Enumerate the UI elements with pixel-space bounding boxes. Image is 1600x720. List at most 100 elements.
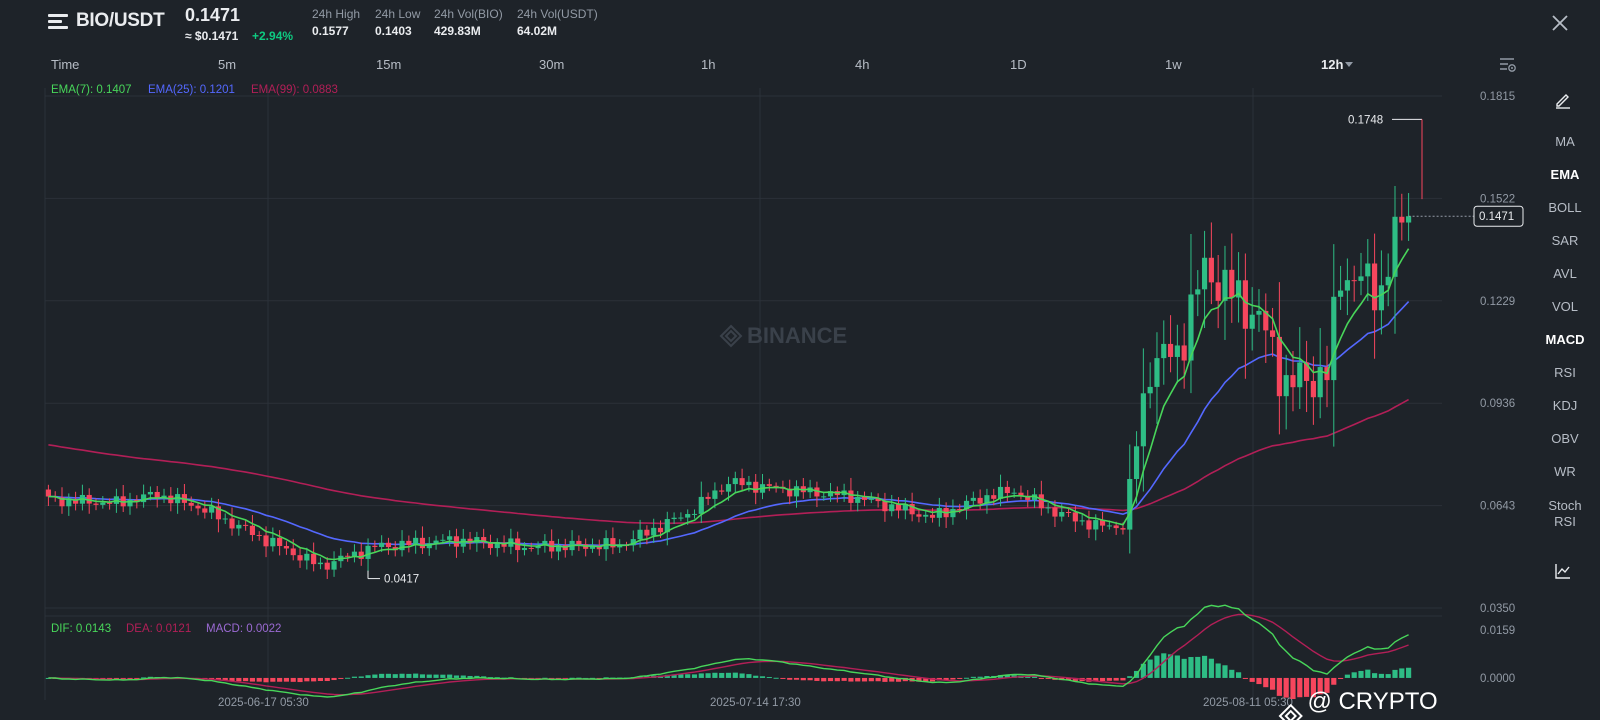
candle-body — [195, 505, 201, 509]
candle-body — [970, 497, 976, 501]
macd-histogram-bar — [793, 677, 800, 680]
candle-body — [1310, 380, 1316, 398]
candle-body — [1365, 263, 1371, 277]
candle-body — [1038, 494, 1044, 509]
macd-histogram-bar — [1222, 665, 1228, 678]
candle-body — [447, 536, 453, 540]
tab-15m[interactable]: 15m — [376, 57, 401, 72]
price-axis: 0.1815 0.1522 0.1229 0.0936 0.0643 0.0350 — [1480, 91, 1515, 615]
macd-histogram-bar — [800, 677, 806, 681]
tool-boll[interactable]: BOLL — [1540, 200, 1590, 215]
macd-histogram-bar — [678, 674, 684, 678]
candle-body — [351, 551, 358, 557]
macd-histogram-bar — [957, 677, 963, 679]
candle-body — [671, 517, 677, 520]
macd-histogram-bar — [787, 677, 793, 680]
tool-obv[interactable]: OBV — [1540, 431, 1590, 446]
candle-body — [1120, 528, 1126, 530]
macd-histogram-bar — [1263, 677, 1269, 688]
candle-body — [746, 481, 752, 486]
macd-histogram-bar — [868, 677, 874, 682]
macd-histogram-bar — [950, 677, 956, 680]
time-tick-label: 2025-07-14 17:30 — [710, 697, 801, 709]
candle-body — [304, 553, 310, 561]
low-marker-label: 0.0417 — [384, 574, 419, 586]
menu-icon[interactable] — [48, 14, 68, 30]
macd-histogram-bar — [821, 677, 827, 682]
trading-pair[interactable]: BIO/USDT — [76, 10, 165, 32]
candle-body — [358, 551, 364, 559]
candle-body — [1167, 343, 1174, 357]
tab-1d[interactable]: 1D — [1010, 57, 1027, 72]
candle-body — [1154, 358, 1160, 387]
price-tick-label: 0.1815 — [1480, 91, 1515, 103]
tool-sar[interactable]: SAR — [1540, 233, 1590, 248]
candle-body — [855, 497, 861, 503]
tool-macd[interactable]: MACD — [1540, 332, 1590, 347]
candle-body — [1276, 336, 1282, 397]
candle-body — [991, 495, 997, 499]
macd-histogram-bar — [311, 677, 317, 682]
tool-wr[interactable]: WR — [1540, 464, 1590, 479]
macd-histogram-bar — [861, 677, 868, 682]
candle-body — [270, 537, 276, 547]
candle-body — [712, 490, 718, 499]
tab-1w[interactable]: 1w — [1165, 57, 1182, 72]
macd-histogram-bar — [440, 674, 446, 678]
candle-body — [1222, 269, 1228, 301]
candle-body — [290, 548, 296, 556]
candle-body — [1004, 486, 1010, 494]
macd-histogram-bar — [256, 677, 262, 682]
tab-time[interactable]: Time — [51, 57, 79, 72]
pencil-icon[interactable] — [1554, 91, 1572, 109]
candle-body — [725, 484, 732, 492]
macd-histogram-bar — [848, 677, 854, 682]
tool-rsi[interactable]: RSI — [1540, 365, 1590, 380]
chart-type-icon[interactable] — [1554, 562, 1572, 580]
tool-kdj[interactable]: KDJ — [1540, 398, 1590, 413]
tool-stoch-rsi[interactable]: Stoch RSI — [1540, 498, 1590, 530]
price-chart[interactable]: 0.1815 0.1522 0.1229 0.0936 0.0643 0.0350 202… — [0, 0, 1600, 720]
macd-histogram-bar — [1235, 672, 1242, 678]
macd-histogram-bar — [304, 677, 310, 682]
stat-value-low: 0.1403 — [375, 24, 412, 38]
time-tick-label: 2025-06-17 05:30 — [218, 697, 309, 709]
macd-histogram-bar — [855, 677, 861, 682]
tab-30m[interactable]: 30m — [539, 57, 564, 72]
candle-body — [603, 538, 609, 550]
macd-histogram-bar — [732, 672, 738, 678]
macd-histogram-bar — [1249, 677, 1255, 682]
legend-ema99: EMA(99): 0.0883 — [251, 84, 338, 96]
tool-avl[interactable]: AVL — [1540, 266, 1590, 281]
macd-histogram-bar — [127, 677, 133, 679]
tab-4h[interactable]: 4h — [855, 57, 869, 72]
candle-body — [229, 518, 235, 529]
tab-12h[interactable]: 12h — [1321, 57, 1343, 72]
candle-body — [1229, 269, 1235, 298]
tab-1h[interactable]: 1h — [701, 57, 715, 72]
close-icon[interactable] — [1549, 12, 1571, 34]
macd-histogram-bar — [1195, 656, 1201, 678]
candle-body — [1283, 375, 1289, 397]
candle-body — [1358, 276, 1364, 281]
tool-ema[interactable]: EMA — [1540, 167, 1590, 182]
macd-tick-label: 0.0000 — [1480, 673, 1515, 685]
chevron-down-icon[interactable] — [1345, 62, 1353, 67]
candle-body — [1045, 507, 1051, 509]
macd-histogram-bar — [685, 674, 691, 678]
stat-label-low: 24h Low — [375, 7, 421, 21]
tool-vol[interactable]: VOL — [1540, 299, 1590, 314]
tool-ma[interactable]: MA — [1540, 134, 1590, 149]
tab-5m[interactable]: 5m — [218, 57, 236, 72]
macd-histogram-bar — [399, 673, 405, 678]
macd-histogram-bar — [277, 677, 283, 682]
macd-histogram-bar — [1392, 669, 1398, 678]
candle-body — [861, 497, 868, 500]
macd-histogram-bar — [746, 674, 752, 678]
macd-histogram-bar — [1045, 677, 1051, 679]
chart-settings-icon[interactable] — [1499, 57, 1517, 73]
candle-body — [1242, 280, 1248, 329]
high-marker-label: 0.1748 — [1348, 114, 1383, 126]
candle-body — [521, 547, 528, 551]
stat-value-vol-bio: 429.83M — [434, 24, 481, 38]
